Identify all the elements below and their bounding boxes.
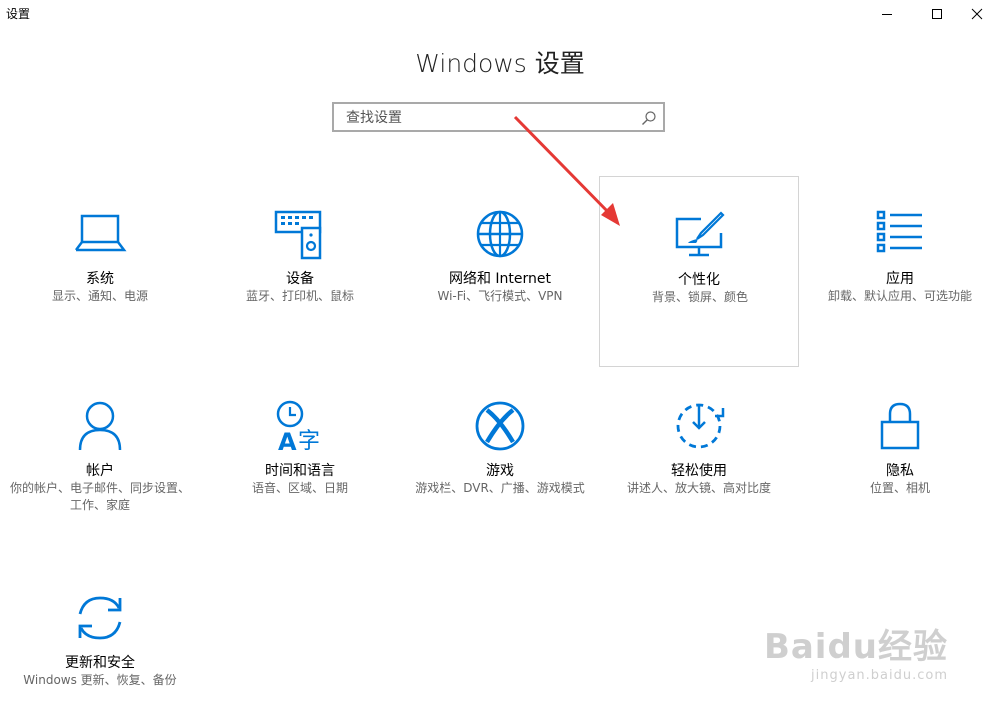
- title-bar: 设置: [0, 0, 1000, 28]
- tile-description: Windows 更新、恢复、备份: [23, 673, 177, 687]
- tile-description: 你的帐户、电子邮件、同步设置、工作、家庭: [10, 481, 191, 512]
- tile-name: 游戏: [486, 463, 514, 479]
- tile-name: 轻松使用: [671, 463, 727, 479]
- tile-devices[interactable]: 设备 蓝牙、打印机、鼠标: [200, 176, 400, 366]
- tile-name: 时间和语言: [265, 463, 335, 479]
- tile-gaming[interactable]: 游戏 游戏栏、DVR、广播、游戏模式: [400, 368, 600, 548]
- tile-privacy[interactable]: 隐私 位置、相机: [800, 368, 1000, 548]
- search-icon[interactable]: [641, 110, 657, 126]
- maximize-icon: [932, 9, 942, 19]
- tile-name: 系统: [86, 271, 114, 287]
- tile-name: 应用: [886, 271, 914, 287]
- apps-icon: [876, 210, 922, 253]
- devices-icon: [274, 210, 322, 260]
- tile-description: 位置、相机: [869, 481, 930, 495]
- svg-text:字: 字: [298, 429, 320, 454]
- tile-time-language[interactable]: A 字 时间和语言 语音、区域、日期: [200, 368, 400, 548]
- globe-icon: [476, 210, 524, 258]
- tile-description: 卸载、默认应用、可选功能: [827, 289, 972, 303]
- tile-description: 蓝牙、打印机、鼠标: [245, 289, 354, 303]
- tile-name: 个性化: [678, 272, 720, 288]
- svg-text:A: A: [278, 428, 297, 454]
- tile-network[interactable]: 网络和 Internet Wi-Fi、飞行模式、VPN: [400, 176, 600, 366]
- search-input[interactable]: [344, 107, 638, 129]
- watermark: Baidu经验 jingyan.baidu.com: [764, 619, 948, 683]
- tile-apps[interactable]: 应用 卸载、默认应用、可选功能: [800, 176, 1000, 366]
- window-title: 设置: [6, 7, 31, 21]
- close-icon: [971, 8, 983, 20]
- personalization-icon: [675, 211, 725, 257]
- tile-system[interactable]: 系统 显示、通知、电源: [0, 176, 200, 366]
- tile-name: 帐户: [86, 463, 114, 479]
- time-language-icon: A 字: [276, 400, 320, 454]
- xbox-icon: [475, 401, 525, 451]
- tile-name: 网络和 Internet: [448, 271, 552, 287]
- tile-description: Wi-Fi、飞行模式、VPN: [437, 289, 563, 303]
- laptop-icon: [75, 214, 127, 252]
- person-icon: [78, 401, 122, 451]
- tile-description: 语音、区域、日期: [251, 481, 348, 495]
- tile-accounts[interactable]: 帐户 你的帐户、电子邮件、同步设置、工作、家庭: [0, 368, 200, 548]
- tile-description: 游戏栏、DVR、广播、游戏模式: [415, 481, 585, 495]
- ease-of-access-icon: [676, 403, 725, 449]
- tile-ease-of-access[interactable]: 轻松使用 讲述人、放大镜、高对比度: [599, 368, 799, 548]
- tile-personalization[interactable]: 个性化 背景、锁屏、颜色: [599, 176, 799, 367]
- tile-update-security[interactable]: 更新和安全 Windows 更新、恢复、备份: [0, 560, 200, 703]
- minimize-button[interactable]: [864, 0, 910, 28]
- tile-name: 隐私: [886, 463, 914, 479]
- page-title: Windows 设置: [415, 49, 585, 78]
- tile-description: 讲述人、放大镜、高对比度: [626, 481, 771, 495]
- lock-icon: [880, 402, 920, 450]
- watermark-brand: Baidu经验: [763, 627, 948, 667]
- update-icon: [78, 596, 122, 640]
- tile-name: 设备: [286, 271, 314, 287]
- tile-name: 更新和安全: [65, 655, 135, 671]
- tile-description: 背景、锁屏、颜色: [651, 290, 748, 304]
- search-box[interactable]: [332, 102, 665, 132]
- tile-description: 显示、通知、电源: [51, 289, 148, 303]
- minimize-icon: [882, 14, 892, 15]
- close-button[interactable]: [954, 0, 1000, 28]
- watermark-url: jingyan.baidu.com: [811, 668, 948, 683]
